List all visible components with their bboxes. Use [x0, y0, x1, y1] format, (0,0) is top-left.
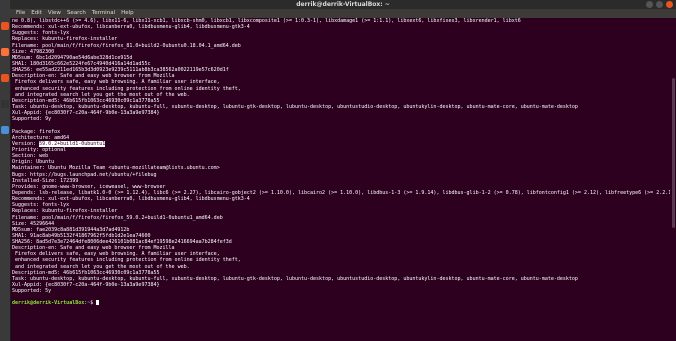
shell-prompt[interactable]: derrik@derrik-VirtualBox:~$ [12, 300, 670, 306]
window-title: derrik@derrik-VirtualBox: ~ [296, 1, 390, 8]
terminal-scrollbar[interactable] [671, 18, 676, 341]
files-icon[interactable] [1, 22, 9, 30]
desktop: derrik@derrik-VirtualBox: ~ File Edit View… [0, 0, 676, 341]
text-cursor [96, 300, 100, 306]
terminal-output[interactable]: ne 0.8), libstdc++6 (>= 4.6), libx11-6, … [12, 18, 670, 341]
menu-help[interactable]: Help [121, 10, 134, 16]
prompt-user-host: derrik@derrik-VirtualBox [12, 300, 85, 307]
menu-edit[interactable]: Edit [31, 10, 42, 16]
version-label: Version: [12, 140, 40, 147]
selected-text[interactable]: 59.0.2+build1-0ubuntu1 [39, 140, 106, 147]
menu-file[interactable]: File [16, 10, 25, 16]
menu-terminal[interactable]: Terminal [92, 10, 115, 16]
menu-view[interactable]: View [48, 10, 61, 16]
firefox-icon[interactable] [1, 48, 9, 56]
help-icon[interactable] [1, 126, 9, 134]
maximize-button[interactable] [656, 1, 663, 8]
ubuntu-dock [0, 0, 11, 341]
terminal-icon[interactable] [1, 100, 9, 108]
menu-search[interactable]: Search [67, 10, 86, 16]
software-icon[interactable] [1, 74, 9, 82]
window-titlebar[interactable]: derrik@derrik-VirtualBox: ~ [10, 0, 676, 9]
minimize-button[interactable] [646, 1, 653, 8]
scrollbar-thumb[interactable] [672, 78, 675, 228]
menu-bar: File Edit View Search Terminal Help [10, 9, 676, 18]
window-controls [646, 1, 673, 8]
close-button[interactable] [666, 1, 673, 8]
